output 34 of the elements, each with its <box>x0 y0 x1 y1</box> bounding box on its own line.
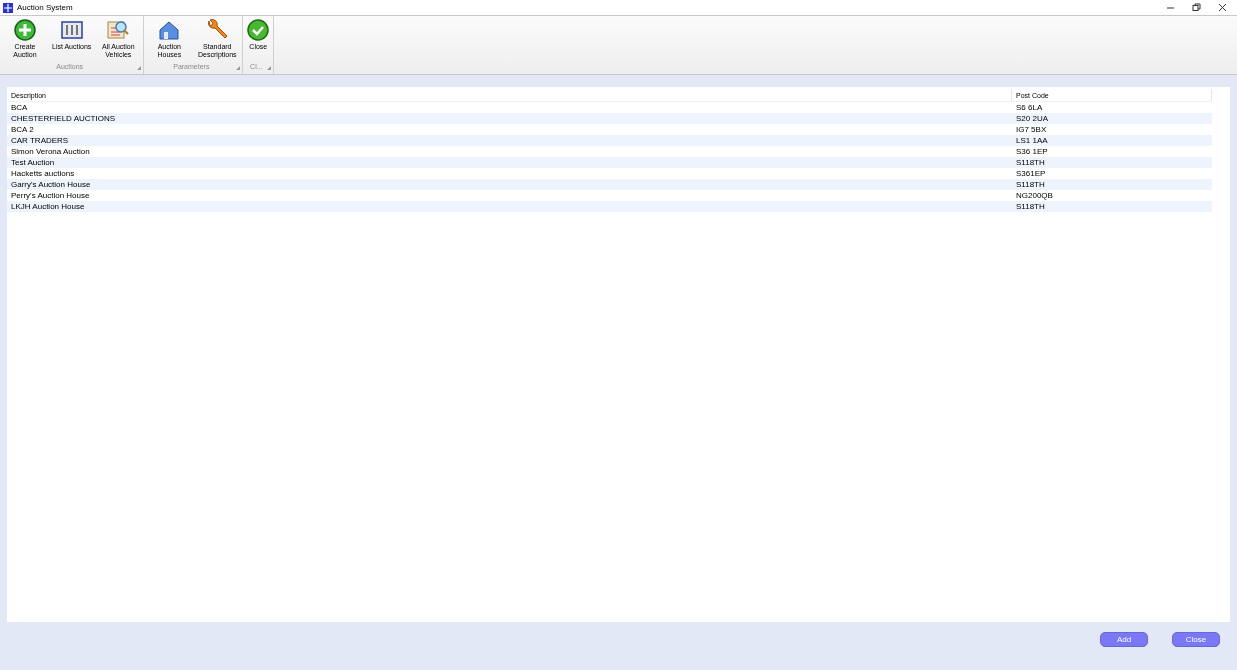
table-cell-text: Perry's Auction House <box>10 190 91 201</box>
table-cell-text: LS1 1AA <box>1015 135 1049 146</box>
table-cell-text: NG200QB <box>1015 190 1054 201</box>
table-cell-text: Test Auction <box>10 157 56 168</box>
launcher-icon[interactable] <box>267 65 272 70</box>
table-cell-text: CHESTERFIELD AUCTIONS <box>10 113 116 124</box>
table-cell-text: S20 2UA <box>1015 113 1050 124</box>
action-button[interactable]: Add <box>1100 632 1148 647</box>
table-cell-text: BCA <box>10 102 29 113</box>
window-title: Auction System <box>17 1 73 14</box>
magnifier-icon <box>107 19 130 41</box>
table-cell-text: S361EP <box>1015 168 1047 179</box>
table-cell-text: S36 1EP <box>1015 146 1049 157</box>
table-cell-text: S118TH <box>1015 157 1046 168</box>
table-cell-text: LKJH Auction House <box>10 201 86 212</box>
table-cell-text: Garry's Auction House <box>10 179 92 190</box>
check-circle-icon <box>247 19 270 41</box>
columns-icon <box>60 19 83 41</box>
close-icon[interactable] <box>1218 3 1227 12</box>
plus-circle-icon <box>14 19 36 41</box>
wrench-icon <box>206 19 229 41</box>
house-icon <box>158 19 181 41</box>
table-cell-text: S118TH <box>1015 179 1046 190</box>
launcher-icon[interactable] <box>236 65 241 70</box>
launcher-icon[interactable] <box>137 65 142 70</box>
action-button[interactable]: Close <box>1172 632 1220 647</box>
table-cell-text: IG7 5BX <box>1015 124 1048 135</box>
table-cell-text: S6 6LA <box>1015 102 1044 113</box>
table-cell-text: BCA 2 <box>10 124 35 135</box>
table-cell-text: Simon Verona Auction <box>10 146 91 157</box>
table-cell-text: Hacketts auctions <box>10 168 76 179</box>
table-cell-text: S118TH <box>1015 201 1046 212</box>
table-cell-text: CAR TRADERS <box>10 135 70 146</box>
restore-icon[interactable] <box>1192 3 1201 12</box>
